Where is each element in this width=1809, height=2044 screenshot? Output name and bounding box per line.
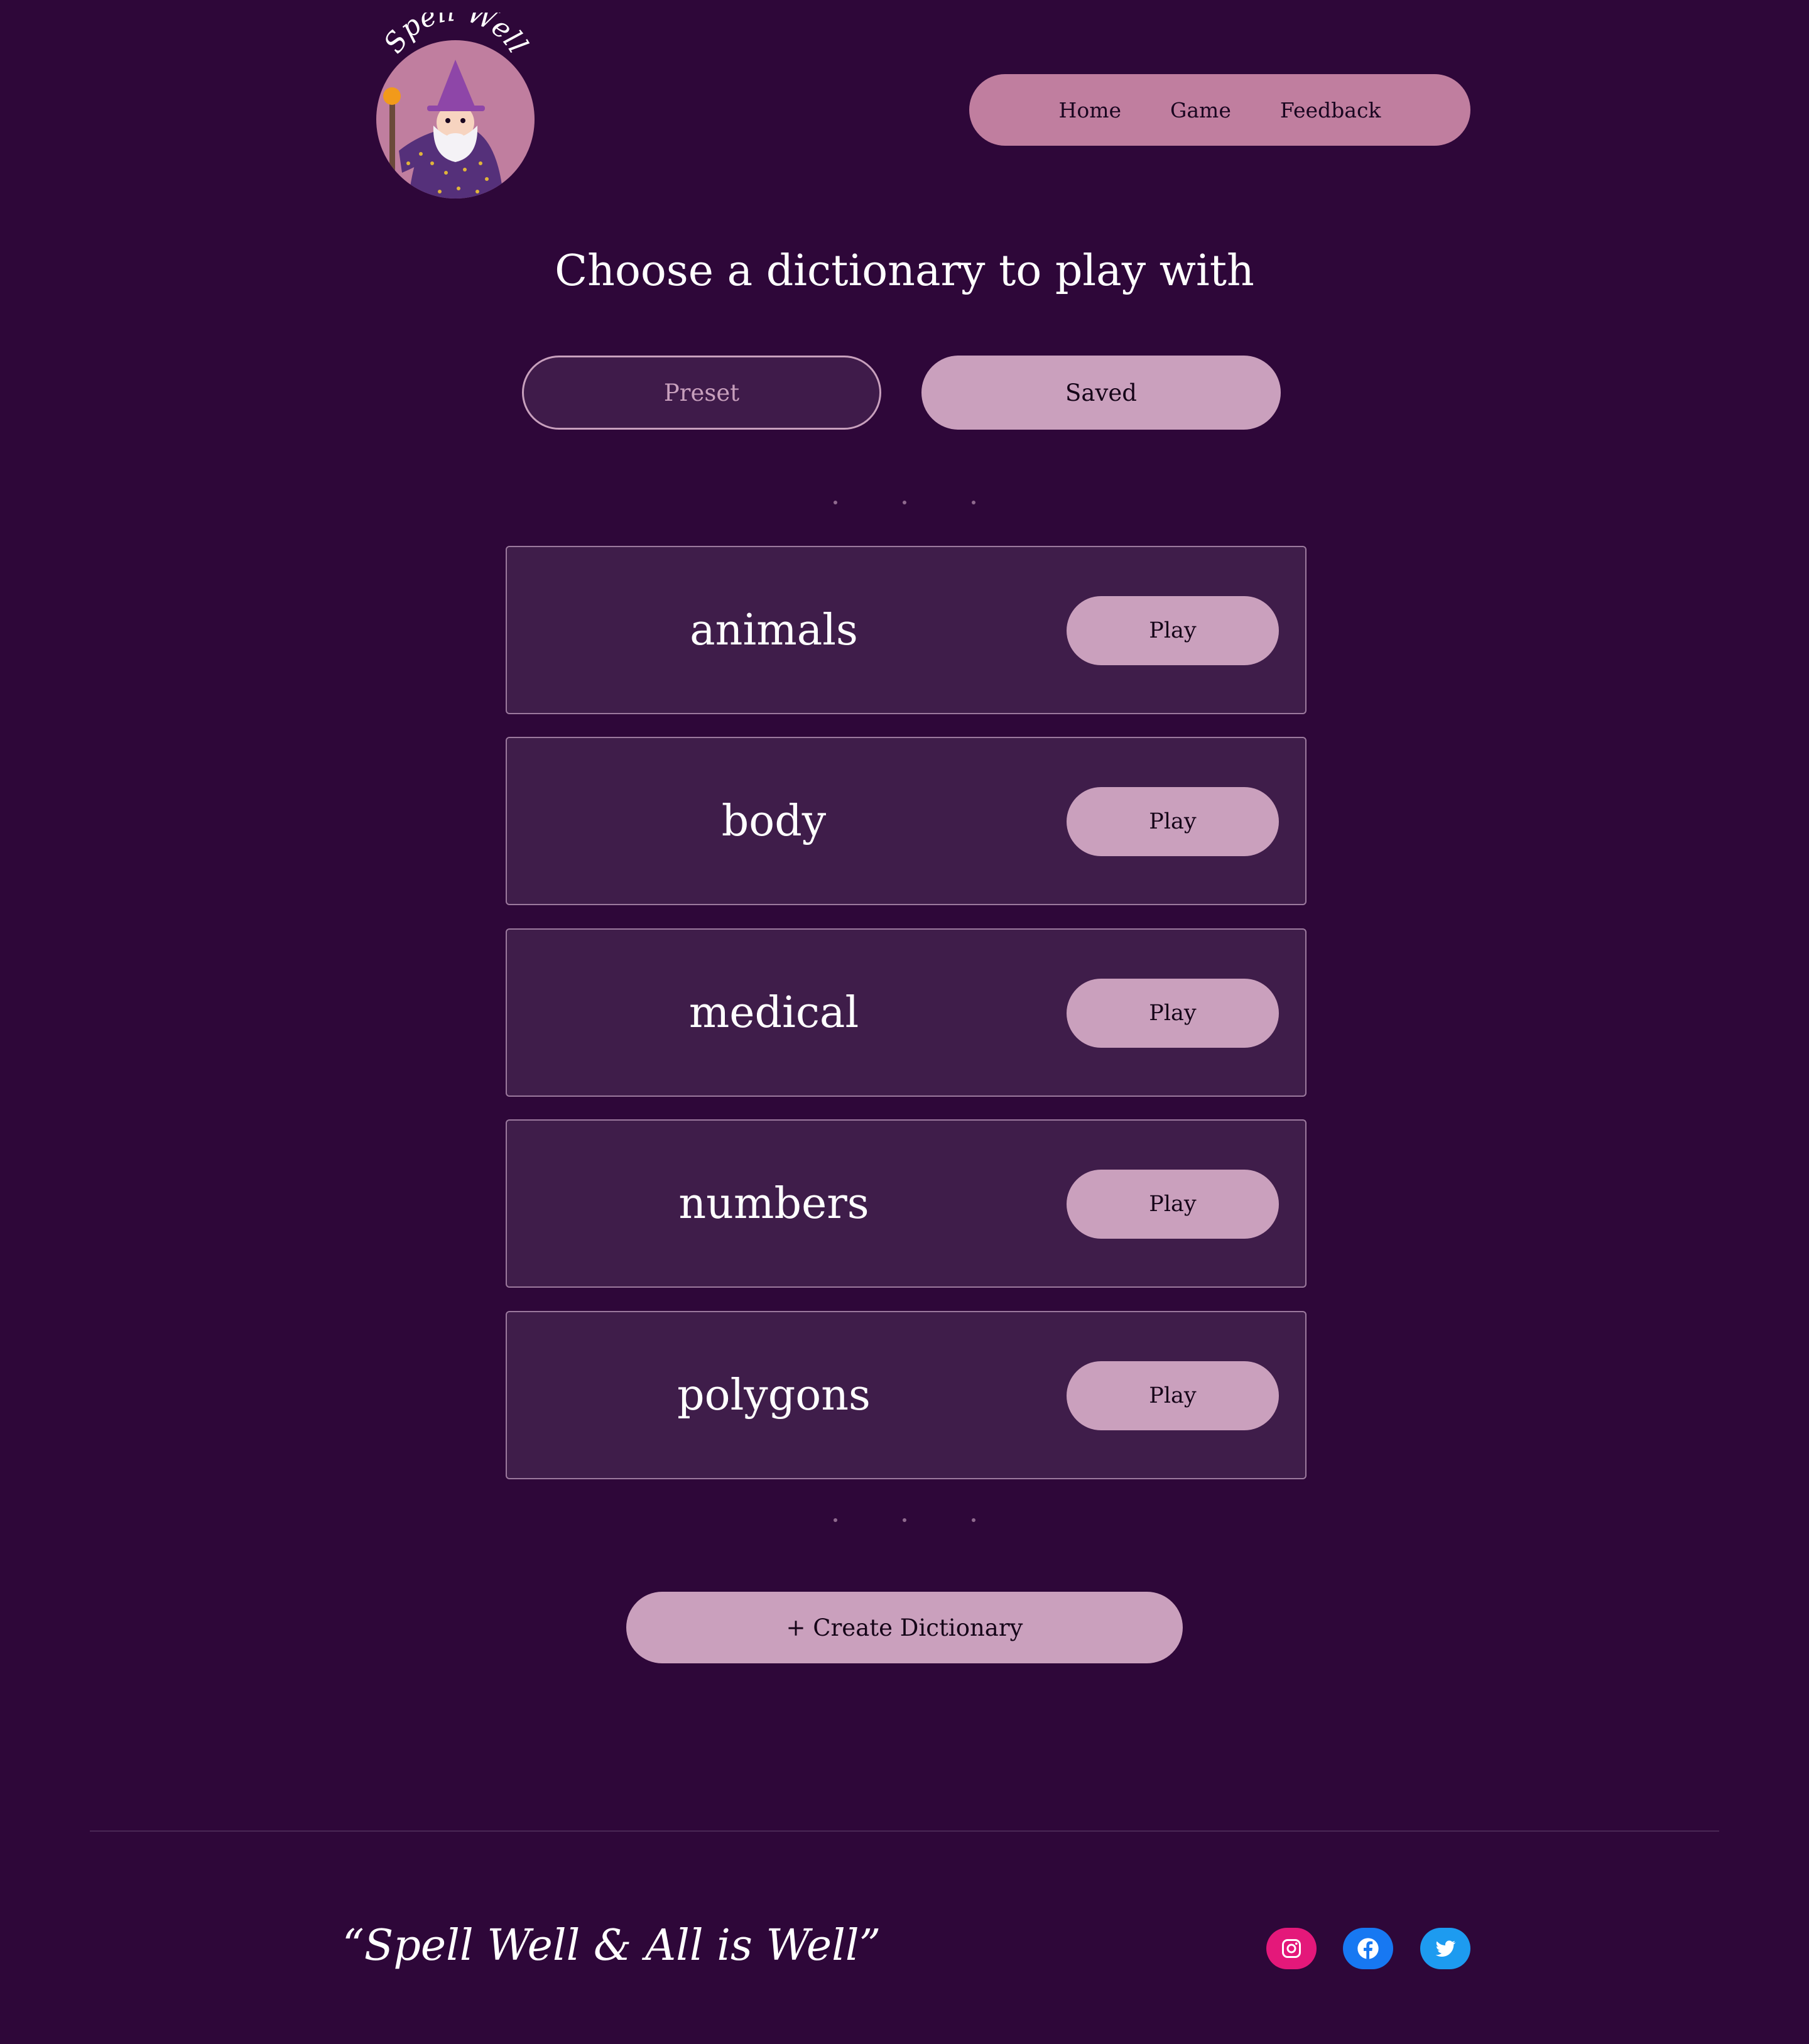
main-nav: Home Game Feedback xyxy=(969,74,1470,146)
wizard-logo-icon: Spell Well xyxy=(376,13,535,198)
dictionary-card-body: body Play xyxy=(506,737,1306,905)
play-button[interactable]: Play xyxy=(1067,596,1279,665)
page-title: Choose a dictionary to play with xyxy=(555,246,1254,296)
twitter-icon xyxy=(1435,1940,1456,1957)
nav-home-link[interactable]: Home xyxy=(1059,98,1121,122)
dictionary-card-polygons: polygons Play xyxy=(506,1311,1306,1479)
play-button[interactable]: Play xyxy=(1067,787,1279,856)
preset-button[interactable]: Preset xyxy=(522,356,881,430)
dot xyxy=(903,501,906,504)
instagram-icon xyxy=(1282,1939,1301,1958)
nav-game-link[interactable]: Game xyxy=(1170,98,1231,122)
dot xyxy=(834,1518,837,1522)
play-button[interactable]: Play xyxy=(1067,1361,1279,1430)
dictionary-card-medical: medical Play xyxy=(506,928,1306,1097)
play-button[interactable]: Play xyxy=(1067,979,1279,1048)
dot xyxy=(972,501,975,504)
dictionary-name: medical xyxy=(688,987,859,1038)
dot xyxy=(834,501,837,504)
logo[interactable]: Spell Well xyxy=(371,13,540,201)
footer-divider xyxy=(90,1830,1719,1832)
dictionary-card-numbers: numbers Play xyxy=(506,1119,1306,1288)
carousel-dots-top xyxy=(0,501,1809,504)
dictionary-card-animals: animals Play xyxy=(506,546,1306,714)
create-dictionary-button[interactable]: + Create Dictionary xyxy=(626,1592,1183,1663)
dot xyxy=(972,1518,975,1522)
dictionary-name: numbers xyxy=(678,1178,869,1229)
dot xyxy=(903,1518,906,1522)
twitter-link[interactable] xyxy=(1420,1928,1470,1969)
saved-button[interactable]: Saved xyxy=(921,356,1281,430)
carousel-dots-bottom xyxy=(0,1518,1809,1522)
dictionary-name: animals xyxy=(690,605,858,655)
footer-tagline: “Spell Well & All is Well” xyxy=(342,1921,881,1971)
play-button[interactable]: Play xyxy=(1067,1170,1279,1239)
facebook-link[interactable] xyxy=(1343,1928,1393,1969)
nav-feedback-link[interactable]: Feedback xyxy=(1280,98,1381,122)
dictionary-name: polygons xyxy=(677,1370,871,1420)
dictionary-name: body xyxy=(721,796,827,846)
instagram-link[interactable] xyxy=(1266,1928,1317,1969)
facebook-icon xyxy=(1357,1938,1379,1959)
